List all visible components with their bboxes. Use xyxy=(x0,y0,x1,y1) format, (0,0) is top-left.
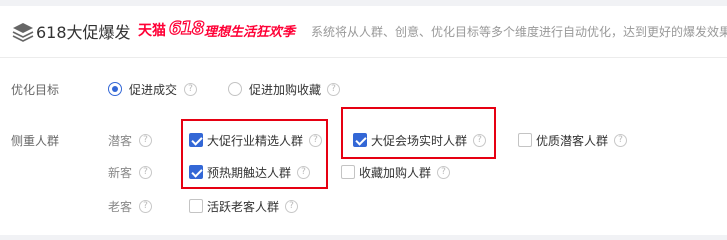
help-icon[interactable]: ? xyxy=(139,200,152,213)
promo-settings-card: 618大促爆发 天猫 618 理想生活狂欢季 系统将从人群、创意、优化目标等多个… xyxy=(0,6,727,235)
radio-promote-cart-fav[interactable] xyxy=(228,82,242,96)
help-icon[interactable]: ? xyxy=(139,166,152,179)
audience-label: 侧重人群 xyxy=(11,134,60,148)
checkbox-fav-cart-audience[interactable] xyxy=(341,165,355,179)
logo-text-slogan: 理想生活狂欢季 xyxy=(204,25,296,40)
help-icon[interactable]: ? xyxy=(327,83,340,96)
active-returning-label[interactable]: 活跃老客人群 xyxy=(207,198,279,215)
header-description: 系统将从人群、创意、优化目标等多个维度进行自动优化，达到更好的爆发效果 xyxy=(311,25,727,39)
page-title: 618大促爆发 xyxy=(36,23,131,42)
checkbox-active-returning[interactable] xyxy=(189,199,203,213)
group-label-returning-customers: 老客 xyxy=(108,200,133,214)
highlight-box xyxy=(181,119,328,189)
option-promote-deal-label[interactable]: 促进成交 xyxy=(129,81,177,98)
group-label-prospects: 潜客 xyxy=(108,134,133,148)
fav-cart-audience-label[interactable]: 收藏加购人群 xyxy=(359,164,431,181)
logo-text-618: 618 xyxy=(168,17,205,39)
option-promote-cart-fav-label[interactable]: 促进加购收藏 xyxy=(249,81,321,98)
help-icon[interactable]: ? xyxy=(437,166,450,179)
quality-prospects-label[interactable]: 优质潜客人群 xyxy=(536,132,608,149)
help-icon[interactable]: ? xyxy=(139,134,152,147)
logo-text-tmall: 天猫 xyxy=(138,23,166,39)
help-icon[interactable]: ? xyxy=(614,134,627,147)
optimization-label: 优化目标 xyxy=(11,83,60,97)
group-label-new-customers: 新客 xyxy=(108,166,133,180)
tmall-618-logo: 天猫 618 理想生活狂欢季 xyxy=(138,17,300,44)
radio-promote-deal[interactable] xyxy=(108,82,122,96)
highlight-box xyxy=(341,107,496,159)
layers-icon xyxy=(12,23,34,42)
help-icon[interactable]: ? xyxy=(285,200,298,213)
checkbox-quality-prospects[interactable] xyxy=(518,133,532,147)
help-icon[interactable]: ? xyxy=(184,83,197,96)
card-header: 618大促爆发 天猫 618 理想生活狂欢季 系统将从人群、创意、优化目标等多个… xyxy=(0,6,727,58)
